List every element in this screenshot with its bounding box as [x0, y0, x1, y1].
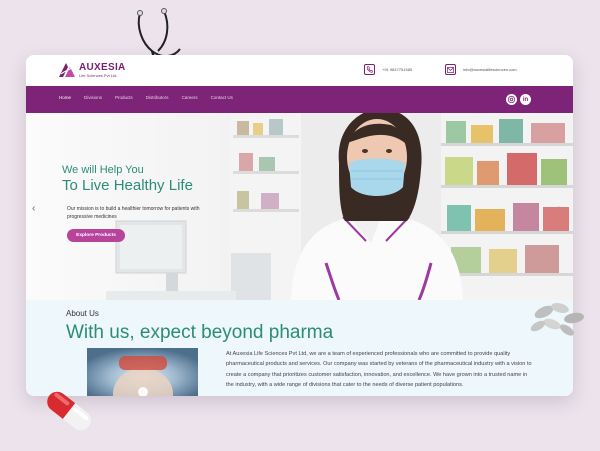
computer-monitor-image	[106, 220, 236, 300]
hero-section: We will Help You To Live Healthy Life Ou…	[26, 113, 573, 300]
nav-item-home[interactable]: Home	[59, 95, 71, 100]
hero-description: Our mission is to build a healthier tomo…	[67, 206, 200, 220]
about-text: At Auxesia Life Sciences Pvt Ltd, we are…	[226, 351, 532, 388]
capsule-icon	[47, 391, 91, 431]
nav-item-careers[interactable]: Careers	[182, 95, 198, 100]
chevron-left-icon[interactable]: ‹	[32, 203, 35, 214]
tablets-icon	[530, 303, 584, 336]
top-bar: AUXESIA Life Sciences Pvt Ltd. +91 98477…	[26, 55, 573, 86]
hero-subtitle: We will Help You	[62, 164, 144, 176]
instagram-icon[interactable]	[506, 94, 517, 105]
linkedin-icon[interactable]: in	[520, 94, 531, 105]
email-text: info@auxesialifesciences.com	[463, 67, 517, 72]
chevron-right-icon[interactable]: ›	[558, 203, 561, 214]
phone-text: +91 9847751585	[382, 67, 413, 72]
screenshot-stage: AUXESIA Life Sciences Pvt Ltd. +91 98477…	[0, 0, 600, 451]
brand-logo[interactable]: AUXESIA Life Sciences Pvt Ltd.	[58, 62, 126, 78]
nav-item-divisions[interactable]: Divisions	[84, 95, 102, 100]
nav-item-products[interactable]: Products	[115, 95, 133, 100]
brand-subtitle: Life Sciences Pvt Ltd.	[79, 72, 118, 78]
nav-item-contact-us[interactable]: Contact Us	[211, 95, 233, 100]
phone-icon	[364, 64, 375, 75]
website-card: AUXESIA Life Sciences Pvt Ltd. +91 98477…	[26, 55, 573, 396]
pharmacist-photo	[231, 113, 573, 300]
explore-products-button[interactable]: Explore Products	[67, 229, 125, 242]
social-links: in	[503, 94, 531, 105]
logo-mark-icon	[59, 63, 76, 77]
phone-contact[interactable]: +91 9847751585	[364, 64, 412, 75]
scientist-photo	[87, 348, 198, 396]
hero-title: To Live Healthy Life	[62, 177, 193, 194]
mail-icon	[445, 64, 456, 75]
about-label: About Us	[66, 309, 99, 318]
email-contact[interactable]: info@auxesialifesciences.com	[445, 64, 517, 75]
about-section: About Us With us, expect beyond pharma A…	[26, 300, 573, 396]
about-title: With us, expect beyond pharma	[66, 322, 334, 343]
main-nav: Home Divisions Products Distributors Car…	[26, 86, 573, 113]
nav-item-distributors[interactable]: Distributors	[146, 95, 169, 100]
brand-name: AUXESIA	[79, 61, 126, 73]
